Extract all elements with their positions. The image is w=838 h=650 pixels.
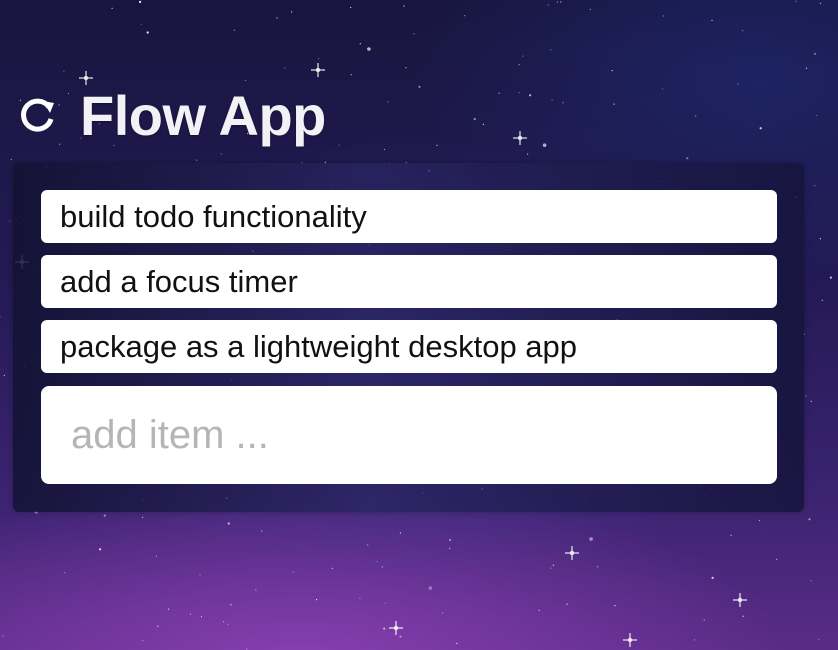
add-item-input[interactable] (41, 386, 777, 484)
app-header: Flow App (16, 84, 326, 148)
todo-item[interactable]: add a focus timer (41, 255, 777, 308)
todo-item[interactable]: package as a lightweight desktop app (41, 320, 777, 373)
refresh-circle-icon (21, 98, 54, 132)
todo-panel: build todo functionality add a focus tim… (13, 163, 804, 512)
app-title: Flow App (80, 84, 326, 147)
todo-item[interactable]: build todo functionality (41, 190, 777, 243)
